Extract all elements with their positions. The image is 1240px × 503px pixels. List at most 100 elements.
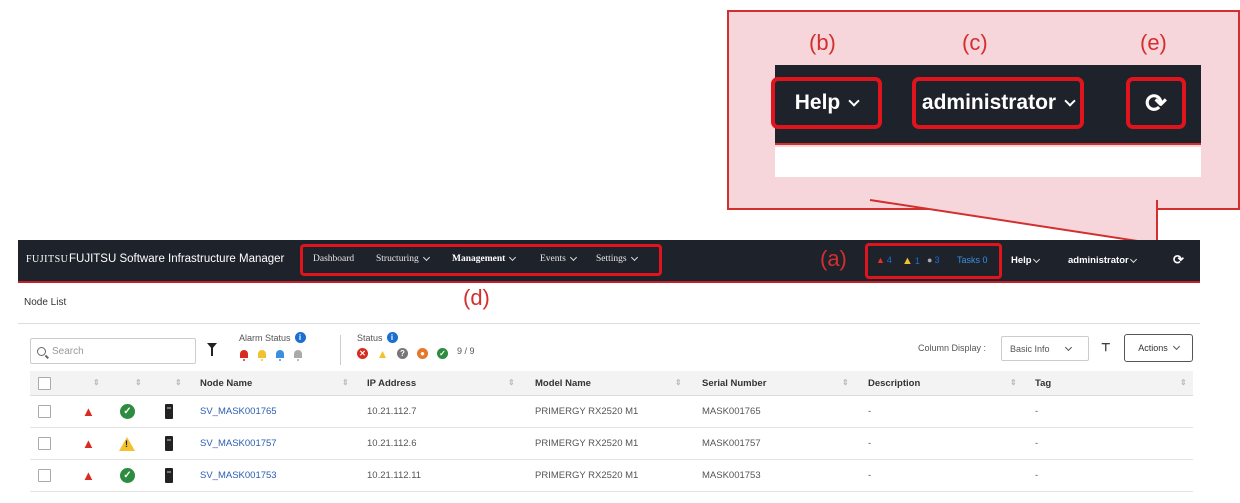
alarm-warning-count[interactable]: ▲ 1 — [902, 255, 920, 267]
select-all-checkbox[interactable] — [38, 376, 51, 390]
chevron-down-icon — [422, 253, 430, 262]
bell-error-icon[interactable] — [240, 350, 248, 361]
bell-info-icon[interactable] — [276, 350, 284, 361]
sort-icon[interactable]: ⇕ — [508, 378, 515, 387]
nav-settings[interactable]: Settings — [596, 253, 638, 264]
col-node-name[interactable]: Node Name — [200, 371, 252, 395]
bell-none-icon[interactable] — [294, 350, 302, 361]
maintenance-icon[interactable]: ● — [417, 348, 428, 359]
app-title: FUJITSU Software Infrastructure Manager — [69, 253, 285, 265]
chevron-down-icon — [569, 253, 577, 262]
alarm-error-count[interactable]: ▲ 4 — [876, 255, 892, 265]
label-c: (c) — [962, 30, 988, 55]
alarm-status-label: Alarm Status i — [239, 332, 306, 343]
node-name-link[interactable]: SV_MASK001765 — [200, 396, 277, 427]
user-menu[interactable]: administrator — [1068, 255, 1137, 266]
chevron-down-icon — [1129, 255, 1137, 263]
refresh-button[interactable]: ⟳ — [1173, 252, 1184, 268]
tasks-count[interactable]: Tasks 0 — [957, 255, 988, 265]
model-name: PRIMERGY RX2520 M1 — [535, 438, 639, 449]
tag: - — [1035, 438, 1039, 449]
sort-icon[interactable]: ⇕ — [1010, 378, 1017, 387]
tag: - — [1035, 470, 1039, 481]
node-name-link[interactable]: SV_MASK001757 — [200, 428, 277, 459]
chevron-down-icon — [1064, 343, 1072, 351]
bell-warning-icon[interactable] — [258, 350, 266, 361]
node-table: ⇕ ⇕ ⇕ Node Name ⇕ IP Address ⇕ Model Nam… — [30, 371, 1193, 492]
app-window: FUJITSU FUJITSU Software Infrastructure … — [18, 240, 1200, 498]
sort-icon[interactable]: ⇕ — [842, 378, 849, 387]
serial-number: MASK001757 — [702, 438, 761, 449]
sort-icon[interactable]: ⇕ — [93, 378, 100, 387]
model-name: PRIMERGY RX2520 M1 — [535, 470, 639, 481]
divider — [340, 335, 341, 365]
server-icon — [165, 404, 173, 419]
nav-structuring[interactable]: Structuring — [376, 253, 430, 264]
info-count[interactable]: ● 3 — [927, 255, 939, 265]
zoom-user-menu[interactable]: administrator — [912, 77, 1084, 129]
pin-icon[interactable]: ⊤ — [1101, 341, 1111, 354]
warning-icon[interactable]: ▲ — [377, 347, 389, 361]
table-row[interactable]: ▲ ✓ SV_MASK001765 10.21.112.7 PRIMERGY R… — [30, 396, 1193, 428]
ip-address: 10.21.112.7 — [367, 406, 417, 417]
row-checkbox[interactable] — [38, 405, 51, 418]
info-icon[interactable]: i — [386, 332, 398, 343]
status-label: Status i — [357, 332, 398, 343]
actions-button[interactable]: Actions — [1124, 334, 1193, 362]
top-navigation-bar: FUJITSU FUJITSU Software Infrastructure … — [18, 240, 1200, 283]
column-display-label: Column Display : — [918, 343, 987, 353]
sort-icon[interactable]: ⇕ — [342, 378, 349, 387]
zoom-help-menu[interactable]: Help — [771, 77, 882, 129]
sort-icon[interactable]: ⇕ — [675, 378, 682, 387]
col-tag[interactable]: Tag — [1035, 371, 1051, 395]
bell-icon: ▲ — [82, 436, 95, 451]
chevron-down-icon — [1172, 342, 1180, 351]
sort-icon[interactable]: ⇕ — [175, 378, 182, 387]
sort-icon[interactable]: ⇕ — [135, 378, 142, 387]
column-display-select[interactable]: Basic Info — [1001, 336, 1089, 361]
col-description[interactable]: Description — [868, 371, 920, 395]
tag: - — [1035, 406, 1039, 417]
info-icon[interactable]: i — [294, 332, 306, 343]
chevron-down-icon — [630, 253, 638, 262]
zoomed-content-strip — [775, 147, 1201, 177]
nav-management[interactable]: Management — [452, 253, 517, 264]
search-input[interactable]: Search — [30, 338, 196, 364]
server-icon — [165, 468, 173, 483]
status-count: 9 / 9 — [457, 345, 475, 356]
zoom-refresh-button[interactable]: ⟳ — [1126, 77, 1186, 129]
ok-icon[interactable]: ✓ — [437, 348, 448, 359]
row-checkbox[interactable] — [38, 437, 51, 450]
filter-icon[interactable] — [207, 343, 217, 356]
refresh-icon: ⟳ — [1145, 87, 1167, 118]
table-row[interactable]: ▲ SV_MASK001757 10.21.112.6 PRIMERGY RX2… — [30, 428, 1193, 460]
zoom-user-label: administrator — [921, 91, 1057, 114]
model-name: PRIMERGY RX2520 M1 — [535, 406, 639, 417]
warning-icon: ▲ — [902, 255, 913, 267]
nav-dashboard[interactable]: Dashboard — [313, 254, 354, 264]
nav-events[interactable]: Events — [540, 253, 577, 264]
bell-icon: ▲ — [82, 468, 95, 483]
table-header: ⇕ ⇕ ⇕ Node Name ⇕ IP Address ⇕ Model Nam… — [30, 371, 1193, 396]
table-row[interactable]: ▲ ✓ SV_MASK001753 10.21.112.11 PRIMERGY … — [30, 460, 1193, 492]
ok-icon: ✓ — [120, 404, 135, 419]
search-icon — [37, 346, 46, 356]
help-menu[interactable]: Help — [1011, 255, 1040, 266]
search-placeholder: Search — [52, 345, 84, 357]
ip-address: 10.21.112.11 — [367, 470, 422, 481]
error-icon[interactable]: ✕ — [357, 348, 368, 359]
sort-icon[interactable]: ⇕ — [1180, 378, 1187, 387]
label-d: (d) — [463, 285, 490, 310]
refresh-icon: ⟳ — [1173, 252, 1184, 267]
node-name-link[interactable]: SV_MASK001753 — [200, 460, 277, 491]
ok-icon: ✓ — [120, 468, 135, 483]
col-serial-number[interactable]: Serial Number — [702, 371, 766, 395]
unknown-icon[interactable]: ? — [397, 348, 408, 359]
col-model-name[interactable]: Model Name — [535, 371, 591, 395]
bell-icon: ▲ — [82, 404, 95, 419]
label-e: (e) — [1140, 30, 1167, 55]
row-checkbox[interactable] — [38, 469, 51, 482]
alarm-status-filters — [240, 350, 302, 361]
gear-icon: ● — [927, 255, 933, 265]
col-ip-address[interactable]: IP Address — [367, 371, 416, 395]
